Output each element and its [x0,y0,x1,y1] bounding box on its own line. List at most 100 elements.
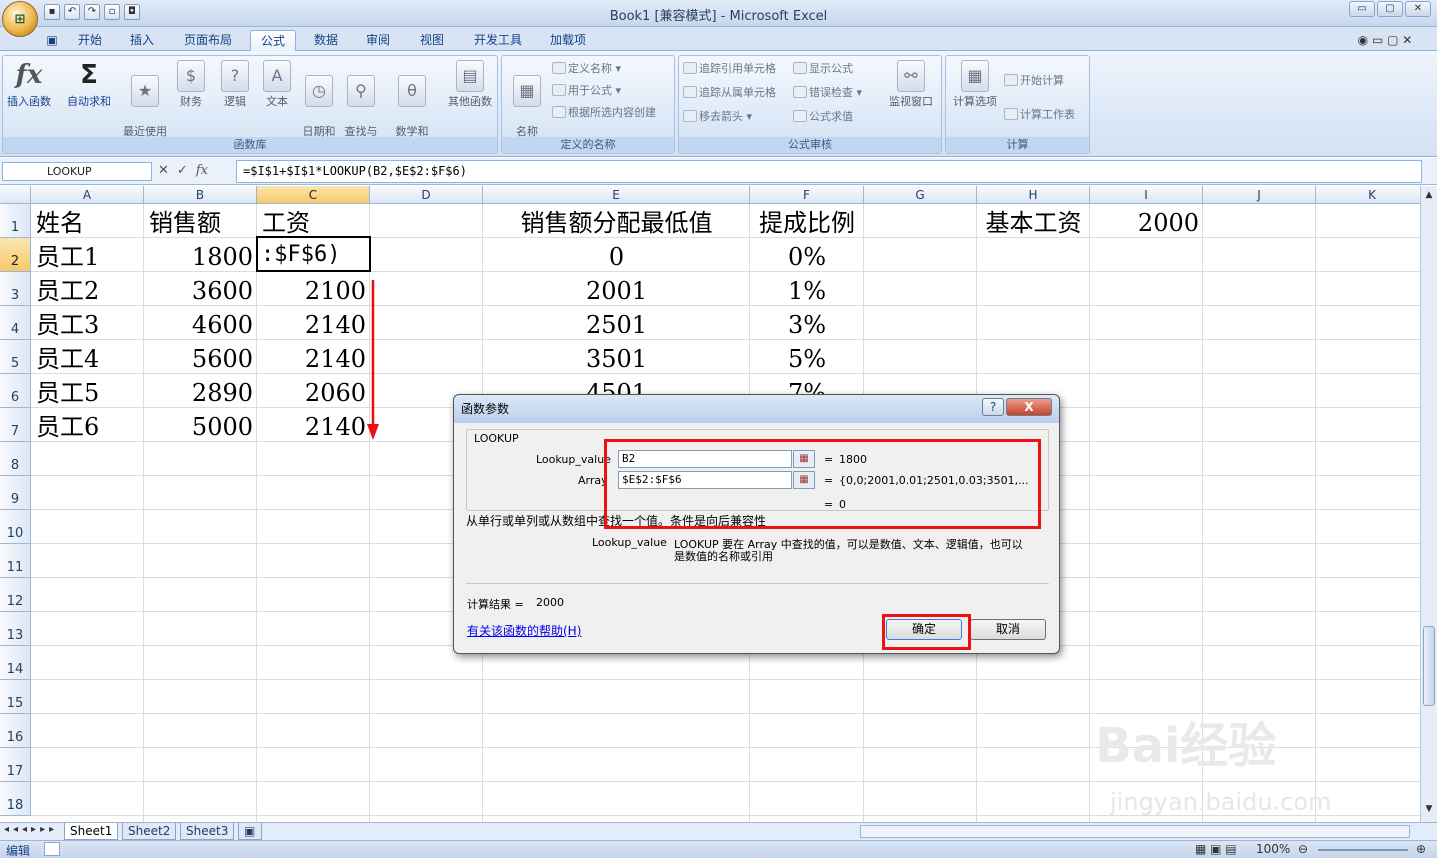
function-help-link[interactable]: 有关该函数的帮助(H) [467,622,581,639]
row-header[interactable]: 18 [0,782,31,816]
array-input[interactable]: $E$2:$F$6 [618,471,792,489]
sheet-nav-icons[interactable]: ◂◂◂▸▸▸ [4,824,58,835]
row-header[interactable]: 8 [0,442,31,476]
close-button[interactable]: ✕ [1405,1,1431,17]
macro-record-icon[interactable] [44,842,60,856]
cell-f4[interactable]: 3% [750,306,864,340]
financial-button[interactable]: $ 财务 [169,60,213,109]
error-checking-button[interactable]: 错误检查 ▾ [793,84,862,102]
row-header[interactable]: 9 [0,476,31,510]
text-button[interactable]: A 文本 [255,60,299,109]
column-header-b[interactable]: B [144,186,257,204]
cell-a4[interactable]: 员工3 [31,306,144,340]
calc-options-button[interactable]: ▦ 计算选项 [948,60,1002,109]
column-header-e[interactable]: E [483,186,750,204]
logical-button[interactable]: ? 逻辑 [213,60,257,109]
calc-sheet-button[interactable]: 计算工作表 [1004,106,1075,124]
column-header-a[interactable]: A [31,186,144,204]
row-header[interactable]: 12 [0,578,31,612]
watch-window-button[interactable]: ⚯ 监视窗口 [883,60,939,109]
show-formulas-button[interactable]: 显示公式 [793,60,853,78]
row-header[interactable]: 4 [0,306,31,340]
insert-sheet-icon[interactable]: ▣ [238,823,262,840]
cell-c7[interactable]: 2140 [257,408,370,442]
cell-a6[interactable]: 员工5 [31,374,144,408]
dialog-help-button[interactable]: ? [982,398,1004,416]
autosum-button[interactable]: Σ 自动求和 [65,60,113,109]
row-header[interactable]: 6 [0,374,31,408]
cell-e3[interactable]: 2001 [483,272,750,306]
cancel-icon[interactable]: ✕ [158,163,169,178]
row-header[interactable]: 15 [0,680,31,714]
create-from-selection-button[interactable]: 根据所选内容创建 [552,104,656,122]
tab-home[interactable]: 开始 [70,30,110,51]
tab-page-layout[interactable]: 页面布局 [176,30,240,51]
fx-icon[interactable]: fx [196,163,208,178]
column-header-g[interactable]: G [864,186,977,204]
cell-c5[interactable]: 2140 [257,340,370,374]
row-header[interactable]: 5 [0,340,31,374]
help-icon[interactable]: ◉ ▭ ▢ ✕ [1350,30,1420,51]
scroll-thumb[interactable] [1423,626,1435,706]
zoom-out-icon[interactable]: ⊖ [1298,842,1308,856]
cell-a7[interactable]: 员工6 [31,408,144,442]
column-header-k[interactable]: K [1316,186,1420,204]
sheet-tab-2[interactable]: Sheet2 [122,823,177,840]
zoom-level[interactable]: 100% [1256,842,1290,856]
row-header[interactable]: 14 [0,646,31,680]
row-header[interactable]: 16 [0,714,31,748]
cell-c1[interactable]: 工资 [257,204,370,238]
view-buttons-icon[interactable]: ▦ ▣ ▤ [1195,842,1237,856]
tab-addins[interactable]: 加载项 [542,30,594,51]
select-all-corner[interactable] [0,186,31,204]
tab-insert[interactable]: 插入 [122,30,162,51]
cell-a1[interactable]: 姓名 [31,204,144,238]
more-functions-button[interactable]: ▤ 其他函数 [443,60,497,109]
row-header[interactable]: 1 [0,204,31,238]
column-header-h[interactable]: H [977,186,1090,204]
scroll-up-icon[interactable]: ▲ [1423,190,1435,204]
tab-data[interactable]: 数据 [306,30,346,51]
zoom-slider[interactable] [1318,849,1408,851]
collapse-dialog-icon[interactable]: ▦ [793,471,815,489]
cell-b5[interactable]: 5600 [144,340,257,374]
formula-input[interactable]: =$I$1+$I$1*LOOKUP(B2,$E$2:$F$6) [236,160,1422,183]
row-header[interactable]: 11 [0,544,31,578]
row-header[interactable]: 10 [0,510,31,544]
column-header-f[interactable]: F [750,186,864,204]
evaluate-formula-button[interactable]: 公式求值 [793,108,853,126]
row-header[interactable]: 7 [0,408,31,442]
trace-dependents-button[interactable]: 追踪从属单元格 [683,84,776,102]
define-name-button[interactable]: 定义名称 ▾ [552,60,621,78]
sheet-tab-1[interactable]: Sheet1 [64,823,119,840]
row-header[interactable]: 17 [0,748,31,782]
row-header[interactable]: 3 [0,272,31,306]
cancel-button[interactable]: 取消 [970,619,1046,640]
collapse-dialog-icon[interactable]: ▦ [793,450,815,468]
tab-formulas[interactable]: 公式 [250,30,296,51]
cell-f2[interactable]: 0% [750,238,864,272]
cell-h1[interactable]: 基本工资 [977,204,1090,238]
lookup-value-input[interactable]: B2 [618,450,792,468]
cell-i1[interactable]: 2000 [1090,204,1203,238]
excel-icon[interactable]: ▣ [42,30,62,51]
horizontal-scrollbar[interactable] [860,825,1410,838]
column-header-d[interactable]: D [370,186,483,204]
minimize-button[interactable]: ▭ [1349,1,1375,17]
use-in-formula-button[interactable]: 用于公式 ▾ [552,82,621,100]
cell-c4[interactable]: 2140 [257,306,370,340]
column-header-j[interactable]: J [1203,186,1316,204]
zoom-in-icon[interactable]: ⊕ [1416,842,1426,856]
column-header-c[interactable]: C [257,186,370,204]
cell-b6[interactable]: 2890 [144,374,257,408]
dialog-close-button[interactable]: X [1006,398,1052,416]
cell-e5[interactable]: 3501 [483,340,750,374]
cell-a3[interactable]: 员工2 [31,272,144,306]
cell-b2[interactable]: 1800 [144,238,257,272]
restore-button[interactable]: ▢ [1377,1,1403,17]
calc-now-button[interactable]: 开始计算 [1004,72,1064,90]
cell-f5[interactable]: 5% [750,340,864,374]
row-header[interactable]: 2 [0,238,31,272]
insert-function-button[interactable]: fx 插入函数 [5,60,53,109]
cell-f1[interactable]: 提成比例 [750,204,864,238]
